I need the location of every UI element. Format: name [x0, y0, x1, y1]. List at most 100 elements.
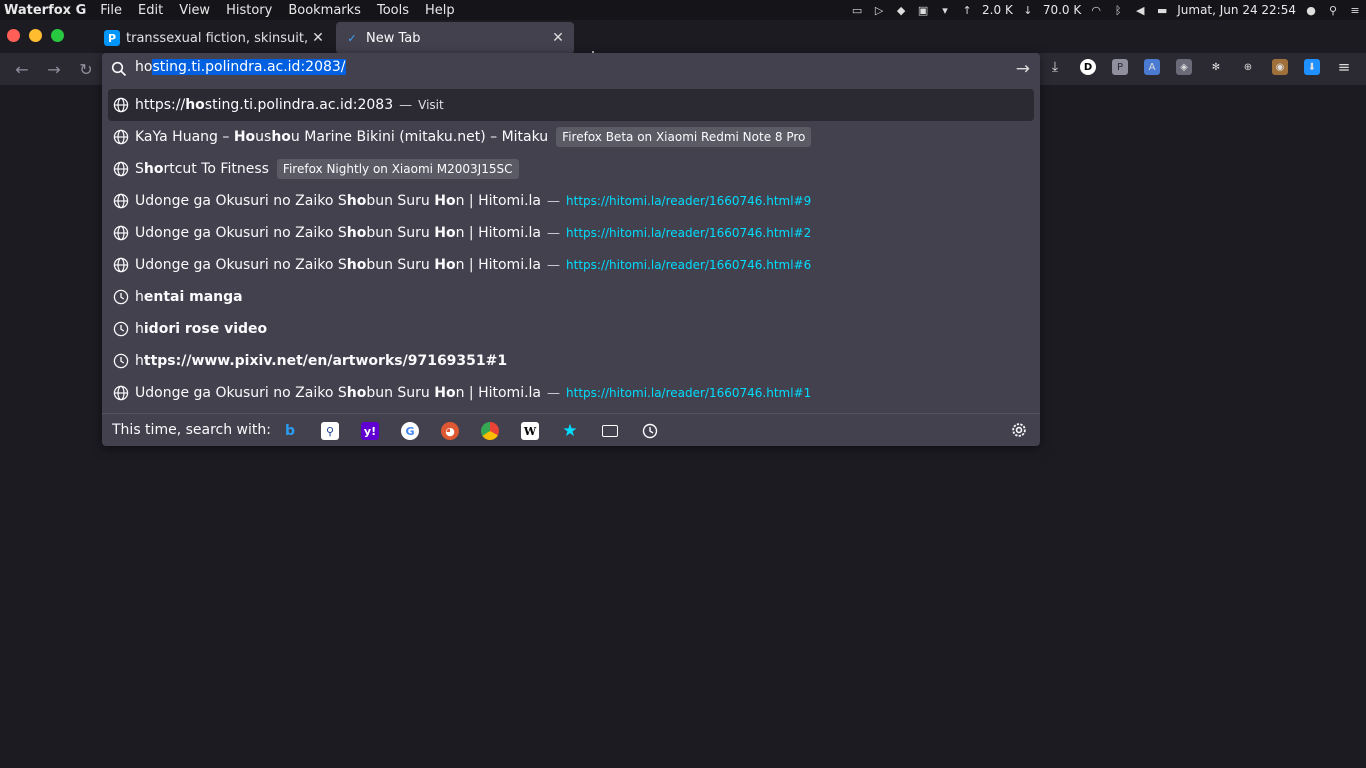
menu-edit[interactable]: Edit: [130, 3, 171, 18]
globe-icon: [113, 193, 129, 209]
results-list: https://hosting.ti.polindra.ac.id:2083 — V…: [108, 89, 1034, 409]
tab-new-tab[interactable]: ✓ New Tab ✕: [336, 22, 574, 54]
result-row[interactable]: https://hosting.ti.polindra.ac.id:2083 — V…: [108, 89, 1034, 121]
search-engine-icon[interactable]: ⚲: [321, 422, 339, 440]
result-title-part: bun Suru: [366, 225, 435, 241]
history-clock-icon[interactable]: [641, 422, 659, 440]
divider: [102, 413, 1040, 414]
result-title-part: ho: [346, 225, 367, 241]
download-manager-icon[interactable]: ⬇: [1304, 59, 1320, 75]
hamburger-menu-icon[interactable]: ≡: [1336, 58, 1352, 76]
close-window-button[interactable]: [7, 29, 20, 42]
result-row[interactable]: hidori rose video: [108, 313, 1034, 345]
result-title: https://hosting.ti.polindra.ac.id:2083: [135, 97, 393, 113]
media-play-icon[interactable]: ▷: [871, 2, 887, 18]
shield-icon[interactable]: ◆: [893, 2, 909, 18]
battery-icon[interactable]: ▬: [1154, 2, 1170, 18]
result-action: Visit: [418, 98, 444, 112]
chevron-down-icon[interactable]: ▾: [937, 2, 953, 18]
search-icon[interactable]: ⚲: [1325, 2, 1341, 18]
google-icon[interactable]: G: [401, 422, 419, 440]
yahoo-icon[interactable]: y!: [361, 422, 379, 440]
result-row[interactable]: Udonge ga Okusuri no Zaiko Shobun Suru H…: [108, 377, 1034, 409]
wikipedia-icon[interactable]: W: [521, 422, 539, 440]
volume-icon[interactable]: ◀: [1132, 2, 1148, 18]
result-separator: —: [399, 97, 413, 113]
tabs-icon[interactable]: [601, 422, 619, 440]
result-title-part: n | Hitomi.la: [455, 257, 542, 273]
chrome-web-store-icon[interactable]: [481, 422, 499, 440]
tab-pixiv[interactable]: P transsexual fiction, skinsuit, ✕: [96, 22, 334, 54]
menu-file[interactable]: File: [92, 3, 130, 18]
globe-extension-icon[interactable]: ⊕: [1240, 59, 1256, 75]
translate-icon[interactable]: A: [1144, 59, 1160, 75]
result-row[interactable]: Udonge ga Okusuri no Zaiko Shobun Suru H…: [108, 217, 1034, 249]
clock[interactable]: Jumat, Jun 24 22:54: [1177, 3, 1296, 17]
result-title: Udonge ga Okusuri no Zaiko Shobun Suru H…: [135, 385, 541, 401]
result-title: hidori rose video: [135, 321, 267, 337]
forward-icon[interactable]: →: [44, 59, 64, 79]
extension-p-icon[interactable]: P: [1112, 59, 1128, 75]
menu-tools[interactable]: Tools: [369, 3, 417, 18]
bookmarks-star-icon[interactable]: ★: [561, 421, 579, 441]
menu-help[interactable]: Help: [417, 3, 463, 18]
result-title-part: ho: [346, 257, 367, 273]
package-icon[interactable]: ▣: [915, 2, 931, 18]
history-icon: [113, 321, 129, 337]
menu-lines-icon[interactable]: ≡: [1347, 2, 1363, 18]
tab-label: New Tab: [366, 30, 421, 46]
result-title-part: ho: [346, 385, 367, 401]
result-title-part: Ho: [434, 385, 456, 401]
result-title: hentai manga: [135, 289, 243, 305]
menu-history[interactable]: History: [218, 3, 280, 18]
result-title-part: KaYa Huang –: [135, 129, 234, 145]
url-text[interactable]: hosting.ti.polindra.ac.id:2083/: [135, 59, 346, 75]
url-input[interactable]: hosting.ti.polindra.ac.id:2083/ →: [102, 53, 1040, 84]
result-title: Udonge ga Okusuri no Zaiko Shobun Suru H…: [135, 193, 541, 209]
result-title-part: n | Hitomi.la: [455, 385, 542, 401]
go-arrow-icon[interactable]: →: [1016, 59, 1030, 79]
inbox-icon[interactable]: ▭: [849, 2, 865, 18]
result-url: https://hitomi.la/reader/1660746.html#6: [566, 258, 812, 272]
result-row[interactable]: https://www.pixiv.net/en/artworks/971693…: [108, 345, 1034, 377]
bing-icon[interactable]: b: [281, 422, 299, 440]
duckduckgo-icon[interactable]: ◕: [441, 422, 459, 440]
minimize-window-button[interactable]: [29, 29, 42, 42]
menu-view[interactable]: View: [171, 3, 218, 18]
back-icon[interactable]: ←: [12, 59, 32, 79]
search-icon: [111, 61, 127, 77]
menu-bookmarks[interactable]: Bookmarks: [280, 3, 369, 18]
bluetooth-icon[interactable]: ᛒ: [1110, 2, 1126, 18]
result-row[interactable]: KaYa Huang – Houshou Marine Bikini (mita…: [108, 121, 1034, 153]
result-row[interactable]: Udonge ga Okusuri no Zaiko Shobun Suru H…: [108, 249, 1034, 281]
reload-icon[interactable]: ↻: [76, 59, 96, 79]
result-title-part: h: [135, 321, 144, 337]
extension-d-icon[interactable]: D: [1080, 59, 1096, 75]
ninja-icon[interactable]: ✻: [1208, 59, 1224, 75]
search-settings-gear-icon[interactable]: [1010, 421, 1028, 439]
result-title-part: ho: [271, 129, 291, 145]
result-url: https://hitomi.la/reader/1660746.html#9: [566, 194, 812, 208]
wifi-icon[interactable]: ◠: [1088, 2, 1104, 18]
history-icon: [113, 353, 129, 369]
result-title-part: bun Suru: [366, 193, 435, 209]
ublock-icon[interactable]: ◈: [1176, 59, 1192, 75]
cookie-extension-icon[interactable]: ◉: [1272, 59, 1288, 75]
tab-label: transsexual fiction, skinsuit,: [126, 30, 309, 46]
downloads-icon[interactable]: ⤓: [1047, 59, 1063, 75]
result-title: Udonge ga Okusuri no Zaiko Shobun Suru H…: [135, 257, 541, 273]
globe-icon: [113, 257, 129, 273]
result-title-part: Udonge ga Okusuri no Zaiko S: [135, 385, 347, 401]
result-row[interactable]: Udonge ga Okusuri no Zaiko Shobun Suru H…: [108, 185, 1034, 217]
result-title-part: ho: [346, 193, 367, 209]
upload-arrow-icon: ↑: [962, 3, 972, 17]
urlbar-panel: hosting.ti.polindra.ac.id:2083/ → https:…: [102, 53, 1040, 446]
result-row[interactable]: Shortcut To Fitness Firefox Nightly on Xi…: [108, 153, 1034, 185]
result-row[interactable]: hentai manga: [108, 281, 1034, 313]
close-tab-icon[interactable]: ✕: [550, 30, 566, 46]
history-icon: [113, 289, 129, 305]
result-title-part: h: [135, 289, 144, 305]
close-tab-icon[interactable]: ✕: [310, 30, 326, 46]
maximize-window-button[interactable]: [51, 29, 64, 42]
user-icon[interactable]: ●: [1303, 2, 1319, 18]
